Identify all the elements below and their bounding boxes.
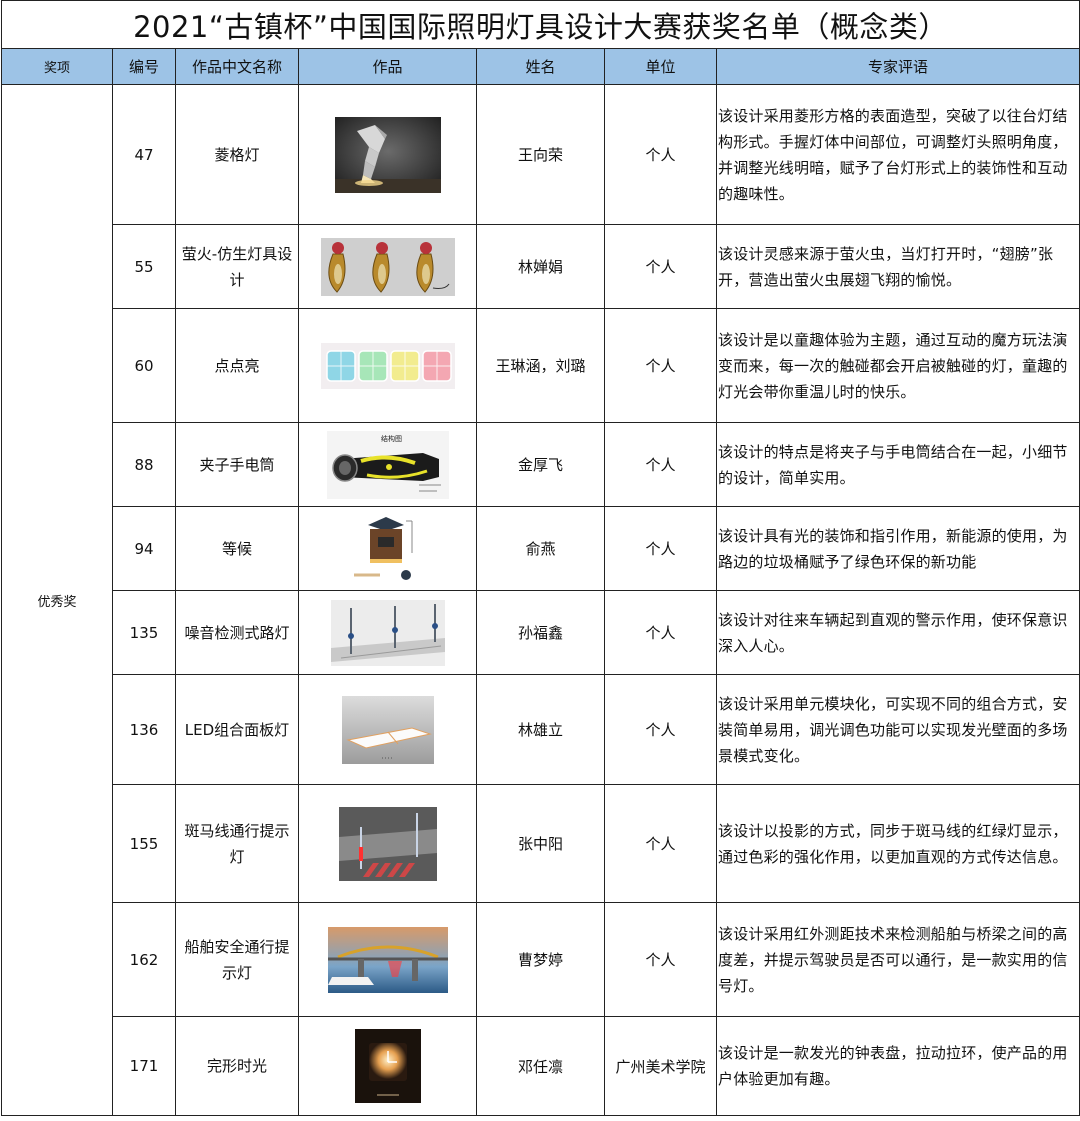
expert-comment: 该设计采用菱形方格的表面造型，突破了以往台灯结构形式。手握灯体中间部位，可调整灯… <box>715 84 1080 225</box>
unit-name: 个人 <box>604 590 717 675</box>
expert-comment: 该设计灵感来源于萤火虫，当灯打开时，“翅膀”张开，营造出萤火虫展翅飞翔的愉悦。 <box>715 224 1080 309</box>
unit-name: 个人 <box>604 506 717 591</box>
work-image-cell <box>298 902 477 1017</box>
work-name: 斑马线通行提示灯 <box>175 784 299 903</box>
work-name: 夹子手电筒 <box>175 422 299 507</box>
expert-comment: 该设计具有光的装饰和指引作用，新能源的使用，为路边的垃圾桶赋予了绿色环保的新功能 <box>715 506 1080 591</box>
work-image-cell <box>298 224 477 309</box>
work-image-cell <box>298 84 477 225</box>
work-image-cell <box>298 784 477 903</box>
author-name: 张中阳 <box>476 784 605 903</box>
work-image-cell <box>298 590 477 675</box>
led-panel-image <box>341 695 434 764</box>
entry-number: 47 <box>112 84 176 225</box>
table-row: 136 LED组合面板灯 林雄立 个人 该设计采用单元模块化，可实现不同的组合方… <box>2 674 1080 785</box>
work-image-cell <box>298 308 477 423</box>
work-name: 船舶安全通行提示灯 <box>175 902 299 1017</box>
crosswalk-signal-image <box>338 806 437 881</box>
header-award: 奖项 <box>1 48 113 85</box>
rhombus-lamp-image <box>334 116 441 193</box>
table-row: 60 点点亮 王琳涵，刘璐 个人 该设计是以童趣体验为主题，通过互动的魔方玩法演… <box>2 308 1080 423</box>
work-name: 等候 <box>175 506 299 591</box>
entry-number: 136 <box>112 674 176 785</box>
firefly-lamp-image <box>320 237 455 296</box>
expert-comment: 该设计是一款发光的钟表盘，拉动拉环，使产品的用户体验更加有趣。 <box>715 1016 1080 1116</box>
work-name: LED组合面板灯 <box>175 674 299 785</box>
entry-number: 162 <box>112 902 176 1017</box>
header-number: 编号 <box>112 48 176 85</box>
expert-comment: 该设计采用红外测距技术来检测船舶与桥梁之间的高度差，并提示驾驶员是否可以通行，是… <box>715 902 1080 1017</box>
image-caption: 结构图 <box>381 434 402 443</box>
work-name: 点点亮 <box>175 308 299 423</box>
entry-number: 94 <box>112 506 176 591</box>
author-name: 曹梦婷 <box>476 902 605 1017</box>
table-row: 55 萤火-仿生灯具设计 林婵娟 个人 该设计灵感来源于萤火虫，当灯打开时，“翅… <box>2 224 1080 309</box>
table-row: 162 船舶安全通行提示灯 曹梦婷 个人 该设计采用红外测距技术来检测船舶与桥梁… <box>2 902 1080 1017</box>
work-image-cell <box>298 1016 477 1116</box>
author-name: 林婵娟 <box>476 224 605 309</box>
work-name: 噪音检测式路灯 <box>175 590 299 675</box>
entry-number: 171 <box>112 1016 176 1116</box>
table-row: 优秀奖 47 菱格灯 王向荣 个人 该设计采用菱形方格的表面造型，突破了以往台灯… <box>1 84 1080 1116</box>
award-cell: 优秀奖 <box>1 84 113 1116</box>
entry-number: 88 <box>112 422 176 507</box>
ship-signal-image <box>327 926 448 993</box>
author-name: 王琳涵，刘璐 <box>476 308 605 423</box>
work-image-cell: 结构图 <box>298 422 477 507</box>
header-work-name: 作品中文名称 <box>175 48 299 85</box>
unit-name: 个人 <box>604 308 717 423</box>
work-image-cell <box>298 506 477 591</box>
clip-flashlight-image: 结构图 <box>326 430 449 499</box>
unit-name: 个人 <box>604 84 717 225</box>
header-row: 奖项 编号 作品中文名称 作品 姓名 单位 专家评语 <box>1 48 1080 85</box>
unit-name: 个人 <box>604 674 717 785</box>
expert-comment: 该设计的特点是将夹子与手电筒结合在一起，小细节的设计，简单实用。 <box>715 422 1080 507</box>
expert-comment: 该设计采用单元模块化，可实现不同的组合方式，安装简单易用，调光调色功能可以实现发… <box>715 674 1080 785</box>
entry-number: 60 <box>112 308 176 423</box>
unit-name: 个人 <box>604 784 717 903</box>
cube-lights-image <box>320 342 455 389</box>
table-row: 88 夹子手电筒 结构图 金厚飞 个人 该设计的特点是将夹子与手电筒结合在一起，… <box>2 422 1080 507</box>
header-comment: 专家评语 <box>715 48 1080 85</box>
entry-number: 55 <box>112 224 176 309</box>
solar-trash-bin-image <box>347 512 428 585</box>
award-table: 2021“古镇杯”中国国际照明灯具设计大赛获奖名单（概念类） 奖项 编号 作品中… <box>0 0 1080 1116</box>
author-name: 邓任凛 <box>476 1016 605 1116</box>
author-name: 林雄立 <box>476 674 605 785</box>
table-row: 135 噪音检测式路灯 孙福鑫 个人 该设计对往来车辆起到直观的警示作用，使环保… <box>2 590 1080 675</box>
header-unit: 单位 <box>604 48 717 85</box>
page-title: 2021“古镇杯”中国国际照明灯具设计大赛获奖名单（概念类） <box>0 0 1080 49</box>
header-author: 姓名 <box>476 48 605 85</box>
expert-comment: 该设计是以童趣体验为主题，通过互动的魔方玩法演变而来，每一次的触碰都会开启被触碰… <box>715 308 1080 423</box>
noise-street-lamp-image <box>330 599 445 666</box>
table-row: 155 斑马线通行提示灯 张中阳 个人 该设计以投影的方式，同步于斑马线的红绿灯… <box>2 784 1080 903</box>
unit-name: 个人 <box>604 422 717 507</box>
unit-name: 个人 <box>604 902 717 1017</box>
header-work-image: 作品 <box>298 48 477 85</box>
table-row: 171 完形时光 邓任凛 广州美术学院 该设计是一款发光的钟表盘，拉动拉环，使产… <box>2 1016 1080 1116</box>
table-row: 94 等候 俞燕 个人 该设计具有光的装饰和指引作用，新能源的使用，为路边的垃圾… <box>2 506 1080 591</box>
work-image-cell <box>298 674 477 785</box>
work-name: 完形时光 <box>175 1016 299 1116</box>
work-name: 萤火-仿生灯具设计 <box>175 224 299 309</box>
expert-comment: 该设计以投影的方式，同步于斑马线的红绿灯显示，通过色彩的强化作用，以更加直观的方… <box>715 784 1080 903</box>
unit-name: 个人 <box>604 224 717 309</box>
author-name: 俞燕 <box>476 506 605 591</box>
work-name: 菱格灯 <box>175 84 299 225</box>
entry-number: 155 <box>112 784 176 903</box>
author-name: 孙福鑫 <box>476 590 605 675</box>
expert-comment: 该设计对往来车辆起到直观的警示作用，使环保意识深入人心。 <box>715 590 1080 675</box>
entry-number: 135 <box>112 590 176 675</box>
unit-name: 广州美术学院 <box>604 1016 717 1116</box>
author-name: 金厚飞 <box>476 422 605 507</box>
author-name: 王向荣 <box>476 84 605 225</box>
clock-light-image <box>354 1029 421 1103</box>
